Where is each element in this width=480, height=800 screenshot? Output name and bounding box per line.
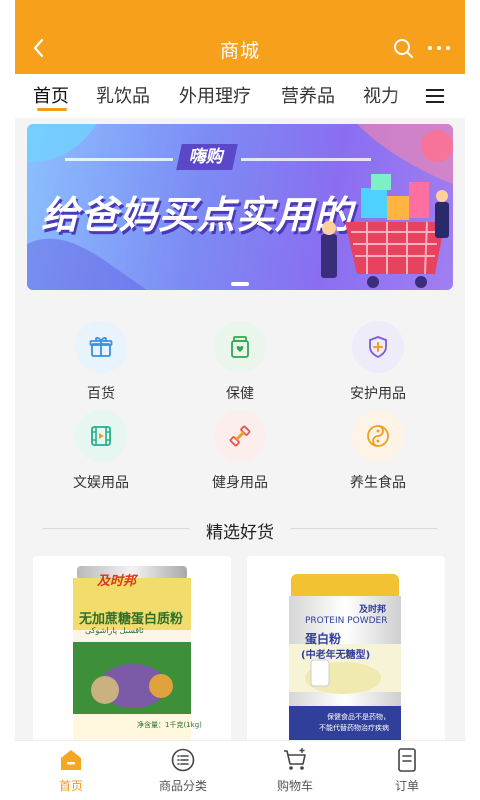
tab-scroll-fade [393, 74, 415, 118]
order-icon [398, 748, 416, 772]
category-label: 文娱用品 [73, 475, 129, 491]
nav-orders[interactable]: 订单 [351, 747, 463, 794]
category-label: 保健 [226, 386, 254, 402]
health-jar-icon [214, 321, 266, 373]
home-icon [61, 750, 81, 770]
banner-headline: 给爸妈买点实用的 [41, 193, 354, 237]
product-card[interactable]: 及时邦 无加蔗糖蛋白质粉 ئاقسىل پاراشوكى 净含量：1千克(1kg… [33, 556, 231, 756]
shopping-basket-illustration [321, 174, 449, 288]
category-list-icon [171, 748, 195, 772]
banner-deco-line [65, 158, 173, 161]
gift-box-icon [75, 321, 127, 373]
product-name: 无加蔗糖蛋白质粉 [79, 612, 184, 627]
app-screen: 商城 首页 乳饮品 外用理疗 营养品 视力 嗨购 给爸妈买点实用的 百货 保健 … [15, 0, 465, 800]
film-icon [75, 410, 127, 462]
carousel-indicator [231, 282, 249, 286]
product-brand: 及时邦 [97, 574, 137, 589]
nav-label: 商品分类 [158, 779, 207, 793]
product-brand: 及时邦 [359, 605, 387, 615]
category-label: 安护用品 [350, 386, 406, 402]
category-label: 健身用品 [212, 475, 268, 491]
product-name: 蛋白粉 [305, 632, 342, 646]
tab-dairy[interactable]: 乳饮品 [96, 82, 150, 108]
bottom-nav: 首页 商品分类 购物车 订单 [15, 740, 465, 800]
dumbbell-icon [214, 410, 266, 462]
nav-label: 订单 [394, 779, 419, 793]
product-net-weight: 净含量：1千克(1kg) [137, 721, 202, 729]
category-item-entertainment[interactable]: 文娱用品 [41, 410, 161, 492]
nav-categories[interactable]: 商品分类 [127, 747, 239, 794]
section-divider [291, 528, 437, 529]
more-dots-icon[interactable] [427, 45, 451, 51]
banner-tag: 嗨购 [176, 144, 238, 170]
product-variant: (中老年无糖型) [301, 650, 371, 661]
active-tab-indicator [37, 108, 67, 111]
category-item-fitness[interactable]: 健身用品 [180, 410, 300, 492]
section-title: 精选好货 [206, 523, 274, 543]
tab-nutrition[interactable]: 营养品 [281, 82, 335, 108]
shield-plus-icon [352, 321, 404, 373]
category-item-health[interactable]: 保健 [180, 321, 300, 403]
tab-home[interactable]: 首页 [33, 82, 69, 108]
tab-external-therapy[interactable]: 外用理疗 [179, 82, 251, 108]
category-item-wellness-food[interactable]: 养生食品 [318, 410, 438, 492]
top-bar: 商城 [15, 0, 465, 74]
product-note: 不能代替药物治疗疾病 [319, 724, 389, 732]
category-label: 百货 [87, 386, 115, 402]
cart-icon [284, 748, 306, 770]
category-tabs: 首页 乳饮品 外用理疗 营养品 视力 [15, 74, 465, 118]
product-subtitle: ئاقسىل پاراشوكى [85, 626, 144, 635]
menu-icon[interactable] [425, 88, 445, 104]
banner-deco-line [241, 158, 371, 161]
category-item-general[interactable]: 百货 [41, 321, 161, 403]
nav-home[interactable]: 首页 [15, 747, 127, 794]
promo-banner[interactable]: 嗨购 给爸妈买点实用的 [27, 124, 453, 290]
product-note: 保健食品不是药物， [327, 713, 390, 721]
nav-label: 购物车 [276, 779, 313, 793]
search-icon[interactable] [393, 38, 413, 58]
taiji-icon [352, 410, 404, 462]
nav-cart[interactable]: 购物车 [239, 747, 351, 794]
category-label: 养生食品 [350, 475, 406, 491]
category-item-safety-care[interactable]: 安护用品 [318, 321, 438, 403]
nav-label: 首页 [58, 779, 83, 793]
product-card[interactable]: 及时邦 PROTEIN POWDER 蛋白粉 (中老年无糖型) 保健食品不是药物… [247, 556, 445, 756]
product-brand-en: PROTEIN POWDER [305, 616, 388, 626]
